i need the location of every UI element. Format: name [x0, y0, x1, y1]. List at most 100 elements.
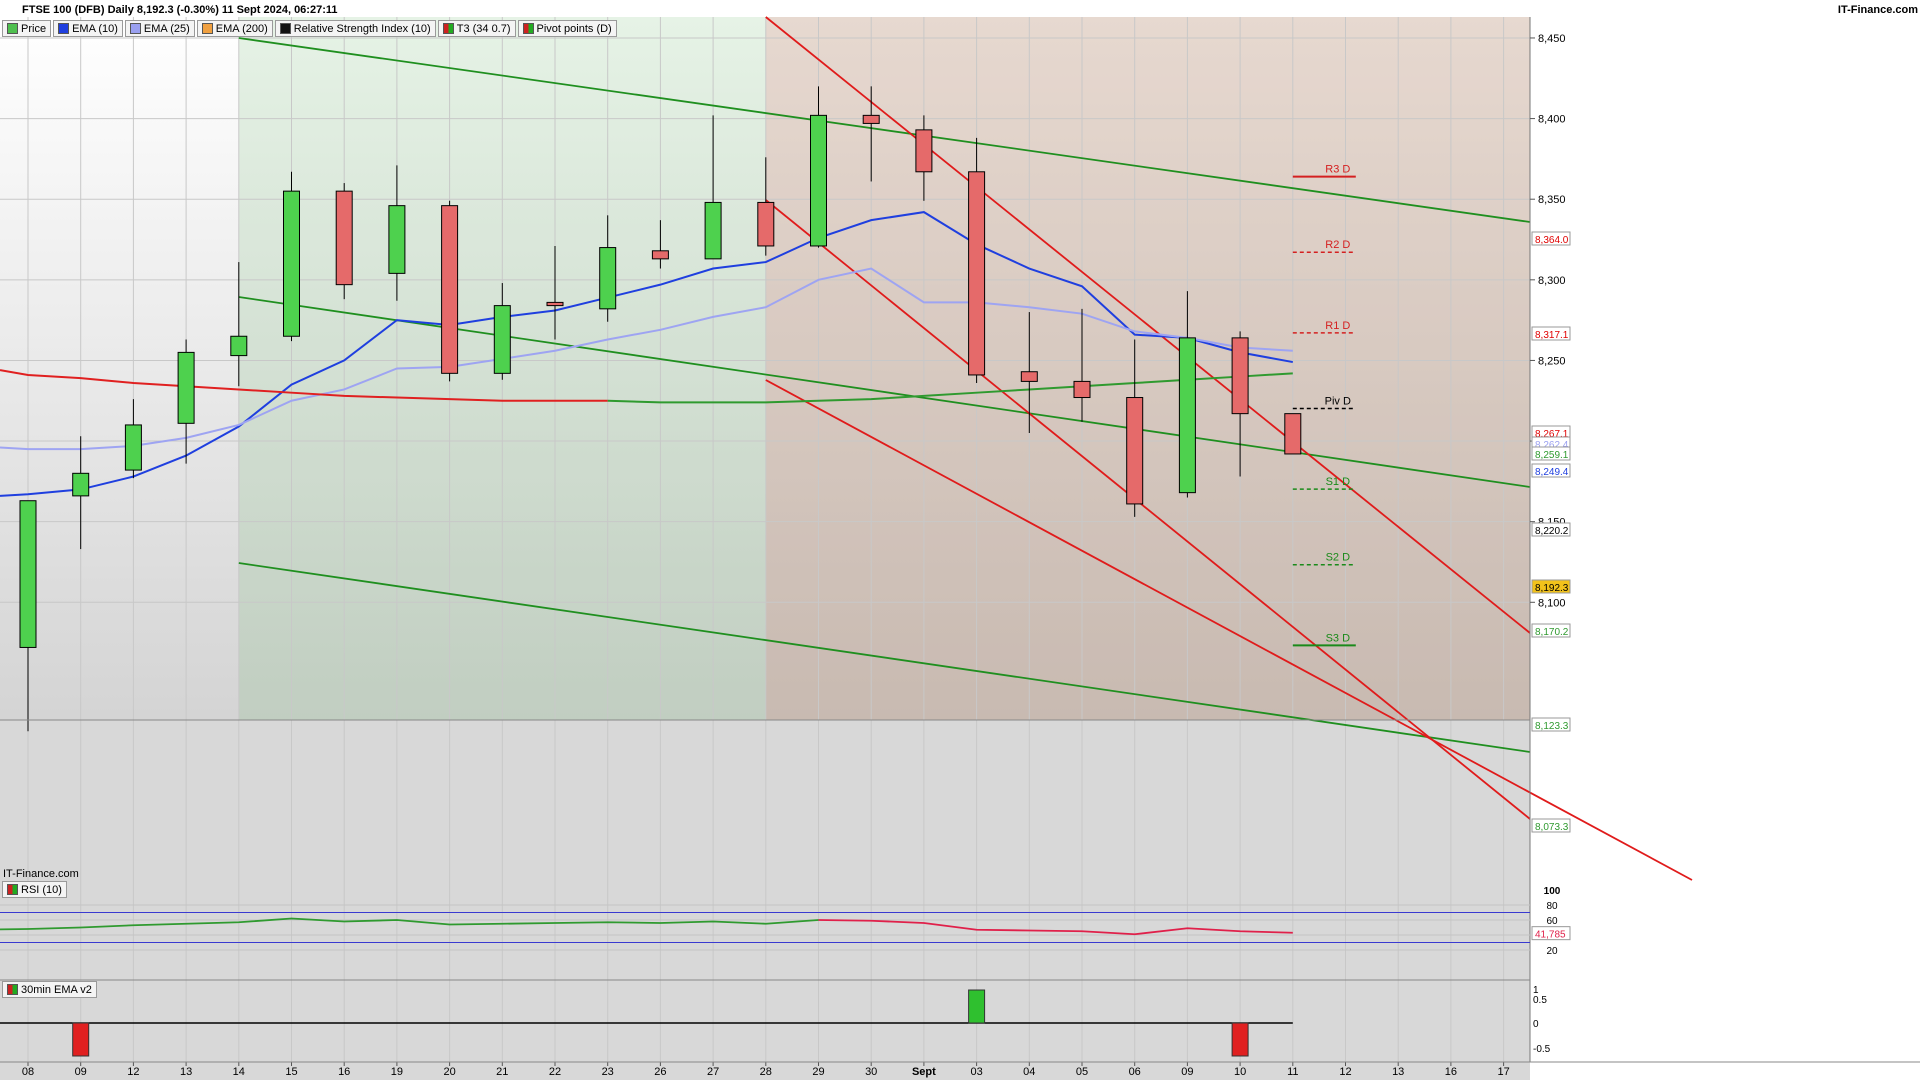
candle [283, 171, 300, 342]
candle-body [599, 247, 617, 310]
x-tick-label: 27 [707, 1066, 719, 1078]
brand-name: IT-Finance.com [1837, 4, 1918, 16]
x-tick-label: 16 [338, 1066, 350, 1078]
legend-item-ema25[interactable]: EMA (25) [124, 20, 195, 37]
axis-value-label: 8,220.2 [1535, 526, 1569, 537]
x-tick-label: 06 [1129, 1066, 1141, 1078]
pivot-label: S1 D [1326, 476, 1351, 488]
legend-label: EMA (200) [215, 22, 268, 35]
x-tick-label: 13 [180, 1066, 192, 1078]
sub-panel-area [0, 720, 1530, 1080]
t3-swatch-icon [442, 23, 454, 34]
candle [1284, 413, 1302, 455]
rsi-value-label: 41,785 [1535, 930, 1566, 941]
candle-body [968, 171, 986, 376]
candle-body [19, 500, 37, 648]
pivot-label: R3 D [1325, 164, 1350, 176]
candle-body [915, 129, 933, 173]
x-tick-label: 28 [760, 1066, 772, 1078]
candle-body [1284, 413, 1302, 455]
candle-body [177, 351, 195, 424]
pivot-label: S3 D [1326, 632, 1351, 644]
x-tick-label: 09 [1181, 1066, 1193, 1078]
legend-item-rsi-panel[interactable]: RSI (10) [2, 881, 67, 898]
candle-body [335, 190, 353, 286]
x-tick-label: 19 [391, 1066, 403, 1078]
x-tick-label: 16 [1445, 1066, 1457, 1078]
x-tick-label: 26 [654, 1066, 666, 1078]
chart-title: FTSE 100 (DFB) Daily 8,192.3 (-0.30%) 11… [22, 4, 338, 16]
y-tick-label: 8,250 [1538, 355, 1566, 367]
legend-item-ema10[interactable]: EMA (10) [53, 20, 123, 37]
candle-body [441, 205, 459, 374]
candle-body [1020, 371, 1038, 382]
x-tick-label: 04 [1023, 1066, 1035, 1078]
pivot-label: R1 D [1325, 320, 1350, 332]
rsi-axis-label: 60 [1546, 916, 1558, 927]
legend-label: Relative Strength Index (10) [293, 22, 431, 35]
pivot-label: R2 D [1325, 239, 1350, 251]
candle [968, 137, 986, 384]
candle-body [493, 305, 511, 374]
ema10-swatch-icon [58, 23, 70, 34]
legend-label: Pivot points (D) [536, 22, 612, 35]
legend-label: T3 (34 0.7) [456, 22, 511, 35]
axis-area [1530, 0, 1920, 1080]
candle-body [1126, 397, 1144, 505]
price-swatch-icon [7, 23, 18, 34]
x-tick-label: Sept [912, 1066, 936, 1078]
rsi-axis-label: 20 [1546, 946, 1558, 957]
ema30-axis-label: -0.5 [1533, 1044, 1551, 1055]
legend-item-t3[interactable]: T3 (34 0.7) [437, 20, 516, 37]
candle-body [757, 201, 775, 247]
x-tick-label: 20 [443, 1066, 455, 1078]
axis-value-label: 8,259.1 [1535, 450, 1569, 461]
candle [335, 183, 353, 300]
x-tick-label: 17 [1497, 1066, 1509, 1078]
legend-item-price[interactable]: Price [2, 20, 52, 37]
candle-body [72, 472, 90, 497]
x-tick-label: 23 [602, 1066, 614, 1078]
axis-value-label: 8,364.0 [1535, 235, 1569, 246]
legend-item-ema200[interactable]: EMA (200) [196, 20, 273, 37]
candle [441, 200, 459, 382]
x-tick-label: 08 [22, 1066, 34, 1078]
legend-label: EMA (10) [72, 22, 118, 35]
ema25-swatch-icon [129, 23, 141, 34]
pivot-label: S2 D [1326, 552, 1351, 564]
x-tick-label: 15 [285, 1066, 297, 1078]
axis-value-label: 8,249.4 [1535, 467, 1569, 478]
candle-body [1178, 337, 1196, 494]
ema30-panel-swatch-icon [7, 984, 18, 995]
x-tick-label: 11 [1287, 1066, 1298, 1078]
legend-label: RSI (10) [21, 883, 62, 896]
candle-body [810, 114, 827, 247]
y-tick-label: 8,350 [1538, 194, 1566, 206]
legend-label: 30min EMA v2 [21, 983, 92, 996]
x-tick-label: 12 [1339, 1066, 1351, 1078]
axis-value-label: 8,123.3 [1535, 721, 1569, 732]
legend-item-rsi[interactable]: Relative Strength Index (10) [274, 20, 436, 37]
candle-body [124, 424, 142, 471]
axis-value-label: 8,073.3 [1535, 822, 1569, 833]
x-tick-label: 10 [1234, 1066, 1246, 1078]
candle-body [1231, 337, 1249, 415]
axis-value-label: 8,192.3 [1535, 583, 1569, 594]
axis-value-label: 8,317.1 [1535, 330, 1569, 341]
candle-body [283, 190, 300, 337]
y-tick-label: 8,100 [1538, 597, 1566, 609]
rsi-axis-label: 80 [1546, 901, 1558, 912]
x-tick-label: 22 [549, 1066, 561, 1078]
y-tick-label: 8,300 [1538, 275, 1566, 287]
x-tick-label: 03 [970, 1066, 982, 1078]
red-channel-shade [765, 17, 1530, 720]
legend-item-ema30-panel[interactable]: 30min EMA v2 [2, 981, 97, 998]
candle-body [1073, 380, 1091, 399]
legend-label: EMA (25) [143, 22, 190, 35]
candle-body [704, 201, 722, 260]
candle-body [230, 335, 248, 357]
y-tick-label: 8,450 [1538, 33, 1566, 45]
legend-item-pivots[interactable]: Pivot points (D) [517, 20, 617, 37]
ema30-legend: 30min EMA v2 [2, 981, 97, 998]
price-chart[interactable]: R3 DR2 DR1 DPiv DS1 DS2 DS3 D 8,1008,150… [0, 0, 1920, 1080]
